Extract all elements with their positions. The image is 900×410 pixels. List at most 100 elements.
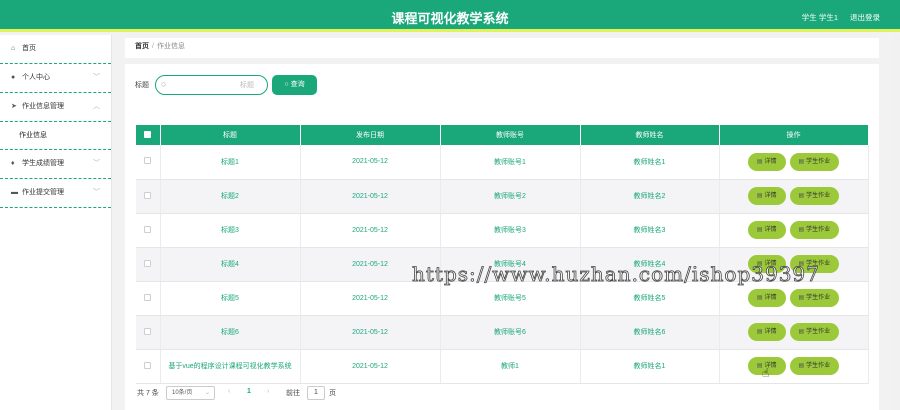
row-checkbox[interactable]	[144, 259, 152, 267]
goto-page-input[interactable]: 1	[307, 386, 325, 400]
cell-teacher-name: 教师姓名3	[580, 213, 720, 248]
document-icon: ▤	[798, 158, 805, 165]
search-icon: ○	[161, 79, 167, 89]
student-homework-button[interactable]: ▤ 学生作业	[789, 357, 840, 375]
sidebar-item-score-management[interactable]: ♦ 学生成绩管理 ﹀	[0, 150, 111, 179]
cell-teacher-account: 教师账号1	[440, 145, 581, 180]
cell-actions: ▤ 详情 ▤ 学生作业	[719, 145, 869, 180]
cell-teacher-account: 教师账号6	[440, 315, 581, 350]
cell-teacher-account: 教师账号3	[440, 213, 581, 248]
cell-title: 标题6	[160, 315, 301, 350]
cell-actions: ▤ 详情 ▤ 学生作业	[719, 281, 869, 316]
cell-teacher-account: 教师账号4	[440, 247, 581, 282]
row-checkbox[interactable]	[144, 225, 152, 233]
select-all-header	[136, 125, 161, 145]
student-homework-button[interactable]: ▤ 学生作业	[789, 323, 840, 341]
search-label: 标题	[135, 82, 149, 89]
top-header: 课程可视化教学系统 学生 学生1 退出登录	[0, 0, 900, 32]
prev-page-button[interactable]: ‹	[228, 388, 230, 395]
student-homework-button-label: 学生作业	[806, 193, 831, 199]
table-row: 基于vue的程序设计课程可视化教学系统 2021-05-12 教师1 教师姓名1 ▤ 详情…	[136, 349, 869, 384]
goto-unit: 页	[329, 390, 336, 397]
sidebar-item-label: 个人中心	[21, 74, 50, 81]
row-select-cell	[136, 281, 161, 316]
document-icon: ▤	[798, 329, 805, 335]
cell-date: 2021-05-12	[300, 349, 441, 384]
row-select-cell	[136, 145, 161, 180]
row-select-cell	[136, 213, 161, 248]
home-icon: ⌂	[11, 45, 16, 52]
column-header-date: 发布日期	[300, 125, 441, 145]
send-icon: ➤	[11, 103, 17, 110]
next-page-button[interactable]: ›	[267, 388, 269, 395]
row-checkbox[interactable]	[144, 191, 152, 199]
search-button[interactable]: ○ 查询	[272, 75, 317, 95]
document-icon: ▤	[756, 227, 763, 233]
detail-button-label: 详情	[764, 261, 777, 267]
row-checkbox[interactable]	[144, 293, 152, 301]
detail-button[interactable]: ▤ 详情	[747, 152, 786, 171]
column-header-title: 标题	[160, 125, 301, 145]
detail-button[interactable]: ▤ 详情	[747, 289, 786, 307]
student-homework-button-label: 学生作业	[806, 261, 831, 267]
logout-link[interactable]: 退出登录	[850, 12, 880, 23]
detail-button-label: 详情	[764, 295, 777, 301]
detail-button[interactable]: ▤ 详情	[747, 221, 786, 239]
cell-date: 2021-05-12	[300, 179, 441, 214]
table-row: 标题3 2021-05-12 教师账号3 教师姓名3 ▤ 详情 ▤ 学生作业	[136, 213, 869, 248]
student-homework-button-label: 学生作业	[806, 227, 831, 233]
scrollbar[interactable]	[892, 35, 900, 410]
cell-date: 2021-05-12	[300, 145, 441, 180]
chevron-down-icon: ⌄	[204, 390, 210, 396]
cell-teacher-name: 教师姓名2	[580, 179, 720, 214]
student-homework-button[interactable]: ▤ 学生作业	[789, 255, 840, 273]
cell-actions: ▤ 详情 ▤ 学生作业	[719, 179, 869, 214]
cell-date: 2021-05-12	[300, 281, 441, 316]
cell-actions: ▤ 详情 ▤ 学生作业	[719, 349, 869, 384]
student-homework-button[interactable]: ▤ 学生作业	[789, 221, 840, 239]
sidebar-item-label: 作业信息管理	[21, 103, 64, 110]
cell-actions: ▤ 详情 ▤ 学生作业	[719, 213, 869, 248]
detail-button[interactable]: ▤ 详情	[747, 255, 786, 273]
table-header-row: 标题 发布日期 教师账号 教师姓名 操作	[136, 125, 869, 145]
sidebar-subitem-homework-info[interactable]: 作业信息	[0, 122, 111, 150]
chevron-down-icon: ﹀	[93, 160, 100, 167]
cell-title: 标题2	[160, 179, 301, 214]
row-select-cell	[136, 179, 161, 214]
document-icon: ▤	[798, 227, 805, 233]
sidebar-item-homework-management[interactable]: ➤ 作业信息管理 ︿	[0, 93, 111, 122]
page-number-1[interactable]: 1	[247, 388, 251, 395]
cell-title: 标题1	[160, 145, 301, 180]
sidebar: ⌂ 首页 ● 个人中心 ﹀ ➤ 作业信息管理 ︿ 作业信息 ♦ 学生成绩管理 ﹀…	[0, 35, 112, 410]
row-checkbox[interactable]	[144, 157, 152, 165]
student-homework-button[interactable]: ▤ 学生作业	[789, 187, 840, 205]
select-all-checkbox[interactable]	[144, 130, 152, 138]
title-search-input[interactable]	[172, 78, 266, 92]
cell-actions: ▤ 详情 ▤ 学生作业	[719, 315, 869, 350]
mouse-cursor-icon: ☝	[762, 366, 770, 380]
sidebar-item-profile[interactable]: ● 个人中心 ﹀	[0, 64, 111, 93]
row-checkbox[interactable]	[144, 361, 152, 369]
sidebar-item-home[interactable]: ⌂ 首页	[0, 35, 111, 64]
sidebar-item-submission-management[interactable]: ▬ 作业提交管理 ﹀	[0, 179, 111, 208]
cell-teacher-account: 教师1	[440, 349, 581, 384]
cell-teacher-account: 教师账号5	[440, 281, 581, 316]
student-homework-button[interactable]: ▤ 学生作业	[789, 289, 840, 307]
student-homework-button[interactable]: ▤ 学生作业	[789, 152, 840, 171]
cell-title: 标题4	[160, 247, 301, 282]
table-row: 标题1 2021-05-12 教师账号1 教师姓名1 ▤ 详情 ▤ 学生作业	[136, 145, 869, 180]
row-checkbox[interactable]	[144, 327, 152, 335]
breadcrumb-current: 作业信息	[156, 43, 185, 50]
cell-actions: ▤ 详情 ▤ 学生作业	[719, 247, 869, 282]
chevron-down-icon: ﹀	[93, 189, 100, 196]
cell-teacher-name: 教师姓名6	[580, 315, 720, 350]
page-size-select[interactable]: 10条/页 ⌄	[166, 386, 215, 400]
detail-button[interactable]: ▤ 详情	[747, 187, 786, 205]
chevron-down-icon: ﹀	[93, 74, 100, 81]
detail-button[interactable]: ▤ 详情	[747, 323, 786, 341]
search-box: ○	[155, 75, 268, 95]
row-select-cell	[136, 315, 161, 350]
current-user-label: 学生 学生1	[801, 13, 838, 22]
search-button-label: 查询	[290, 81, 305, 88]
breadcrumb-home[interactable]: 首页	[135, 43, 149, 50]
